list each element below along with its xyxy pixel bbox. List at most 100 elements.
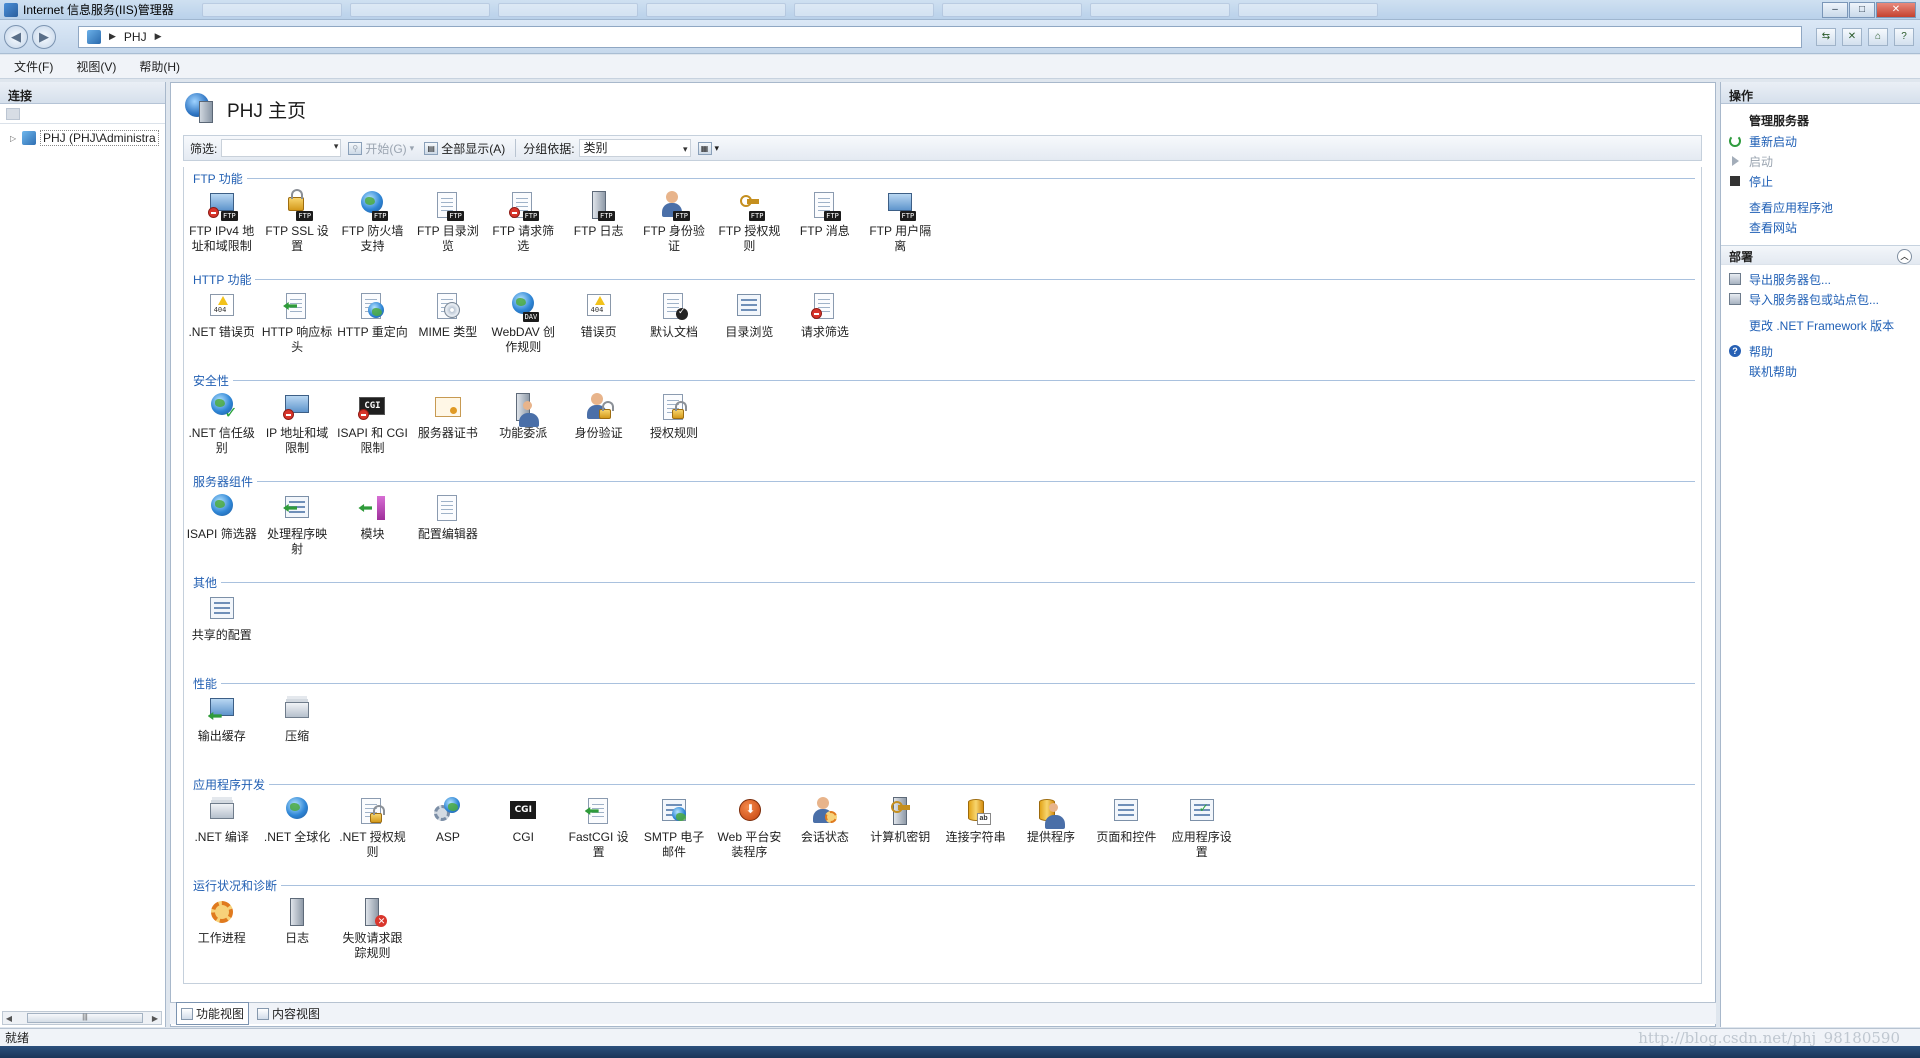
- feature-failed-request-tracing[interactable]: ✕ 失败请求跟踪规则: [335, 896, 410, 961]
- feature-isapi-cgi-restrictions[interactable]: CGI ISAPI 和 CGI 限制: [335, 391, 410, 456]
- feature-providers[interactable]: 提供程序: [1013, 795, 1088, 860]
- feature-http-redirect[interactable]: HTTP 重定向: [335, 290, 410, 355]
- feature-isapi-filters[interactable]: ISAPI 筛选器: [184, 492, 259, 557]
- window-title: Internet 信息服务(IIS)管理器: [23, 3, 174, 17]
- address-path[interactable]: ▶ PHJ ▶: [78, 25, 1802, 48]
- menu-view[interactable]: 视图(V): [62, 58, 125, 75]
- action-label: 导入服务器包或站点包...: [1749, 292, 1880, 307]
- feature-ftp-firewall[interactable]: FTP FTP 防火墙支持: [335, 189, 410, 254]
- feature-compression[interactable]: 压缩: [259, 694, 334, 744]
- feature-connection-strings[interactable]: ab 连接字符串: [938, 795, 1013, 860]
- feature-webdav[interactable]: DAV WebDAV 创作规则: [486, 290, 561, 355]
- feature-cgi[interactable]: CGI CGI: [486, 795, 561, 860]
- feature-ftp-auth[interactable]: FTP FTP 身份验证: [636, 189, 711, 254]
- feature-application-settings[interactable]: ✓ 应用程序设置: [1164, 795, 1239, 860]
- feature-shared-configuration[interactable]: 共享的配置: [184, 593, 259, 643]
- restart-link[interactable]: 重新启动: [1721, 131, 1920, 151]
- scroll-right-icon[interactable]: ▶: [149, 1014, 161, 1023]
- help-dropdown-icon[interactable]: ?: [1894, 27, 1914, 46]
- feature-handler-mappings[interactable]: 处理程序映射: [259, 492, 334, 557]
- feature-net-error-pages[interactable]: .NET 错误页: [184, 290, 259, 355]
- menu-file[interactable]: 文件(F): [0, 58, 62, 75]
- scroll-left-icon[interactable]: ◀: [3, 1014, 15, 1023]
- net-globalization-icon: [281, 795, 313, 827]
- collapse-chevron-icon[interactable]: ︿: [1897, 248, 1912, 264]
- feature-machine-key[interactable]: 计算机密钥: [863, 795, 938, 860]
- feature-net-authorization[interactable]: .NET 授权规则: [335, 795, 410, 860]
- tree-node-label[interactable]: PHJ (PHJ\Administra: [40, 130, 159, 146]
- feature-ftp-log[interactable]: FTP FTP 日志: [561, 189, 636, 254]
- connect-icon[interactable]: [6, 107, 20, 120]
- export-package-link[interactable]: 导出服务器包...: [1721, 269, 1920, 289]
- feature-ftp-message[interactable]: FTP FTP 消息: [787, 189, 862, 254]
- group-by-select[interactable]: 类别: [578, 139, 691, 157]
- feature-ftp-request-filter[interactable]: FTP FTP 请求筛选: [486, 189, 561, 254]
- feature-net-compilation[interactable]: .NET 编译: [184, 795, 259, 860]
- online-help-link[interactable]: 联机帮助: [1721, 361, 1920, 381]
- feature-authorization-rules[interactable]: 授权规则: [636, 391, 711, 456]
- tab-content-view[interactable]: 内容视图: [253, 1003, 324, 1024]
- scroll-thumb[interactable]: |||: [27, 1013, 143, 1023]
- feature-error-pages[interactable]: 错误页: [561, 290, 636, 355]
- home-icon[interactable]: ⌂: [1868, 27, 1888, 46]
- feature-web-platform-installer[interactable]: Web 平台安装程序: [712, 795, 787, 860]
- feature-smtp-email[interactable]: SMTP 电子邮件: [636, 795, 711, 860]
- change-framework-link[interactable]: 更改 .NET Framework 版本: [1721, 315, 1920, 335]
- stop-link[interactable]: 停止: [1721, 171, 1920, 191]
- import-package-link[interactable]: 导入服务器包或站点包...: [1721, 289, 1920, 309]
- start-filter-button[interactable]: ⚲ 开始(G) ▾: [345, 140, 417, 157]
- feature-feature-delegation[interactable]: 功能委派: [486, 391, 561, 456]
- view-mode-button[interactable]: ▦ ▾: [695, 141, 723, 155]
- view-sites-link[interactable]: 查看网站: [1721, 217, 1920, 237]
- tab-features-view[interactable]: 功能视图: [176, 1002, 250, 1025]
- help-link[interactable]: ? 帮助: [1721, 341, 1920, 361]
- feature-asp[interactable]: ASP: [410, 795, 485, 860]
- expand-arrow-icon[interactable]: ▷: [10, 134, 22, 143]
- feature-ftp-authz[interactable]: FTP FTP 授权规则: [712, 189, 787, 254]
- feature-session-state[interactable]: 会话状态: [787, 795, 862, 860]
- menu-help[interactable]: 帮助(H): [125, 58, 189, 75]
- feature-mime-types[interactable]: MIME 类型: [410, 290, 485, 355]
- view-switcher: 功能视图 内容视图: [170, 1002, 1716, 1025]
- window-controls: – □ ✕: [1822, 1, 1916, 18]
- feature-ftp-ipv4[interactable]: FTP FTP IPv4 地址和域限制: [184, 189, 259, 254]
- feature-net-trust[interactable]: ✓ .NET 信任级别: [184, 391, 259, 456]
- stop-icon[interactable]: ✕: [1842, 27, 1862, 46]
- maximize-button[interactable]: □: [1849, 1, 1875, 18]
- feature-logging[interactable]: 日志: [259, 896, 334, 961]
- feature-net-globalization[interactable]: .NET 全球化: [259, 795, 334, 860]
- chevron-right-icon[interactable]: ▶: [155, 31, 162, 42]
- feature-fastcgi[interactable]: FastCGI 设置: [561, 795, 636, 860]
- filter-input[interactable]: [221, 139, 342, 157]
- feature-configuration-editor[interactable]: 配置编辑器: [410, 492, 485, 557]
- close-button[interactable]: ✕: [1876, 1, 1916, 18]
- feature-default-document[interactable]: 默认文档: [636, 290, 711, 355]
- feature-authentication[interactable]: 身份验证: [561, 391, 636, 456]
- feature-http-response-headers[interactable]: HTTP 响应标头: [259, 290, 334, 355]
- forward-button[interactable]: ▶: [32, 24, 56, 49]
- start-link[interactable]: 启动: [1721, 151, 1920, 171]
- feature-label: 默认文档: [650, 325, 699, 339]
- feature-ip-restrictions[interactable]: IP 地址和域限制: [259, 391, 334, 456]
- feature-ftp-user-isolation[interactable]: FTP FTP 用户隔离: [863, 189, 938, 254]
- address-segment-server[interactable]: PHJ: [124, 30, 147, 44]
- section-title: 其他: [193, 573, 222, 591]
- deploy-section-header[interactable]: 部署 ︿: [1721, 245, 1920, 265]
- view-app-pools-link[interactable]: 查看应用程序池: [1721, 197, 1920, 217]
- feature-request-filtering[interactable]: 请求筛选: [787, 290, 862, 355]
- feature-output-caching[interactable]: 输出缓存: [184, 694, 259, 744]
- minimize-button[interactable]: –: [1822, 1, 1848, 18]
- horizontal-scrollbar[interactable]: ◀ ||| ▶: [2, 1011, 162, 1025]
- feature-directory-browsing[interactable]: 目录浏览: [712, 290, 787, 355]
- go-icon[interactable]: ⇆: [1816, 27, 1836, 46]
- show-all-button[interactable]: ▤ 全部显示(A): [421, 140, 508, 157]
- feature-worker-processes[interactable]: 工作进程: [184, 896, 259, 961]
- feature-pages-controls[interactable]: 页面和控件: [1089, 795, 1164, 860]
- feature-ftp-directory[interactable]: FTP FTP 目录浏览: [410, 189, 485, 254]
- feature-ftp-ssl[interactable]: FTP FTP SSL 设置: [259, 189, 334, 254]
- tree-node-server[interactable]: ▷ PHJ (PHJ\Administra: [0, 130, 165, 146]
- feature-modules[interactable]: 模块: [335, 492, 410, 557]
- feature-server-certificates[interactable]: 服务器证书: [410, 391, 485, 456]
- feature-label: 压缩: [285, 729, 310, 743]
- back-button[interactable]: ◀: [4, 24, 28, 49]
